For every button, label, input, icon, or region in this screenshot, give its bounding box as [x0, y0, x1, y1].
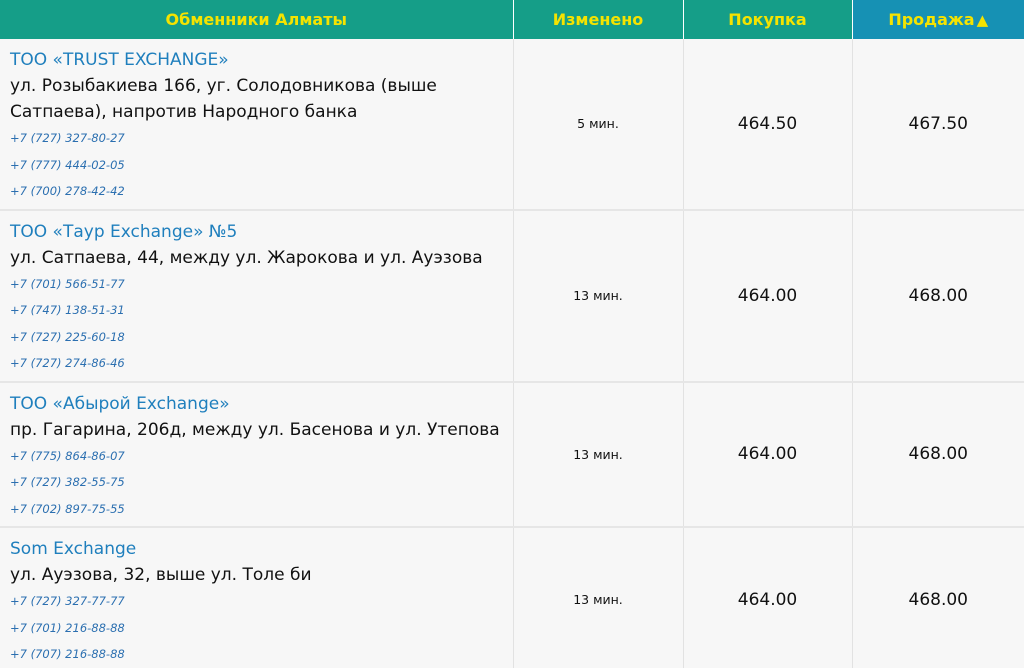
changed-time: 5 мин.: [513, 39, 684, 211]
column-header-name-label: Обменники Алматы: [165, 10, 347, 29]
table-row: Som Exchange ул. Ауэзова, 32, выше ул. Т…: [0, 527, 1024, 668]
buy-rate: 464.50: [683, 39, 853, 211]
column-header-buy-label: Покупка: [728, 10, 807, 29]
phone-link[interactable]: +7 (727) 274-86-46: [10, 350, 503, 377]
phone-link[interactable]: +7 (701) 566-51-77: [10, 271, 503, 298]
phone-link[interactable]: +7 (700) 278-42-42: [10, 178, 503, 205]
buy-rate: 464.00: [683, 381, 853, 528]
buy-rate: 464.00: [683, 527, 853, 668]
column-header-buy[interactable]: Покупка: [683, 0, 853, 39]
sell-rate: 468.00: [852, 209, 1024, 383]
exchanger-cell: Som Exchange ул. Ауэзова, 32, выше ул. Т…: [0, 527, 514, 668]
exchanger-address: ул. Ауэзова, 32, выше ул. Толе би: [10, 565, 312, 585]
sell-rate: 468.00: [852, 527, 1024, 668]
column-header-name[interactable]: Обменники Алматы: [0, 0, 514, 39]
sell-rate: 468.00: [852, 381, 1024, 528]
exchange-rates-table: Обменники Алматы Изменено Покупка Продаж…: [0, 0, 1024, 668]
column-header-changed-label: Изменено: [552, 10, 644, 29]
phone-link[interactable]: +7 (727) 327-80-27: [10, 125, 503, 152]
phone-link[interactable]: +7 (702) 897-75-55: [10, 496, 503, 523]
column-header-changed[interactable]: Изменено: [513, 0, 684, 39]
table-row: ТОО «Абырой Exchange» пр. Гагарина, 206д…: [0, 381, 1024, 528]
exchanger-name-link[interactable]: ТОО «Абырой Exchange»: [10, 391, 503, 417]
exchanger-cell: ТОО «Таур Exchange» №5 ул. Сатпаева, 44,…: [0, 209, 514, 383]
column-header-sell[interactable]: Продажа ▲: [852, 0, 1024, 39]
table-row: ТОО «TRUST EXCHANGE» ул. Розыбакиева 166…: [0, 39, 1024, 211]
exchanger-name-link[interactable]: ТОО «Таур Exchange» №5: [10, 219, 503, 245]
exchanger-address: пр. Гагарина, 206д, между ул. Басенова и…: [10, 419, 500, 440]
phone-link[interactable]: +7 (777) 444-02-05: [10, 152, 503, 179]
phone-link[interactable]: +7 (775) 864-86-07: [10, 443, 503, 470]
phone-link[interactable]: +7 (727) 327-77-77: [10, 588, 503, 615]
buy-rate: 464.00: [683, 209, 853, 383]
changed-time: 13 мин.: [513, 209, 684, 383]
phone-link[interactable]: +7 (747) 138-51-31: [10, 297, 503, 324]
exchanger-cell: ТОО «TRUST EXCHANGE» ул. Розыбакиева 166…: [0, 39, 514, 211]
table-header: Обменники Алматы Изменено Покупка Продаж…: [0, 0, 1024, 39]
exchanger-address: ул. Розыбакиева 166, уг. Солодовникова (…: [10, 76, 437, 122]
sort-ascending-icon: ▲: [976, 11, 989, 29]
changed-time: 13 мин.: [513, 527, 684, 668]
phone-link[interactable]: +7 (707) 216-88-88: [10, 641, 503, 668]
phone-link[interactable]: +7 (727) 382-55-75: [10, 469, 503, 496]
sell-rate: 467.50: [852, 39, 1024, 211]
phone-link[interactable]: +7 (727) 225-60-18: [10, 324, 503, 351]
exchanger-cell: ТОО «Абырой Exchange» пр. Гагарина, 206д…: [0, 381, 514, 528]
phone-link[interactable]: +7 (701) 216-88-88: [10, 615, 503, 642]
exchanger-address: ул. Сатпаева, 44, между ул. Жарокова и у…: [10, 247, 483, 268]
column-header-sell-label: Продажа: [888, 10, 975, 29]
exchanger-name-link[interactable]: Som Exchange: [10, 536, 503, 562]
changed-time: 13 мин.: [513, 381, 684, 528]
exchanger-name-link[interactable]: ТОО «TRUST EXCHANGE»: [10, 47, 503, 73]
table-row: ТОО «Таур Exchange» №5 ул. Сатпаева, 44,…: [0, 209, 1024, 383]
